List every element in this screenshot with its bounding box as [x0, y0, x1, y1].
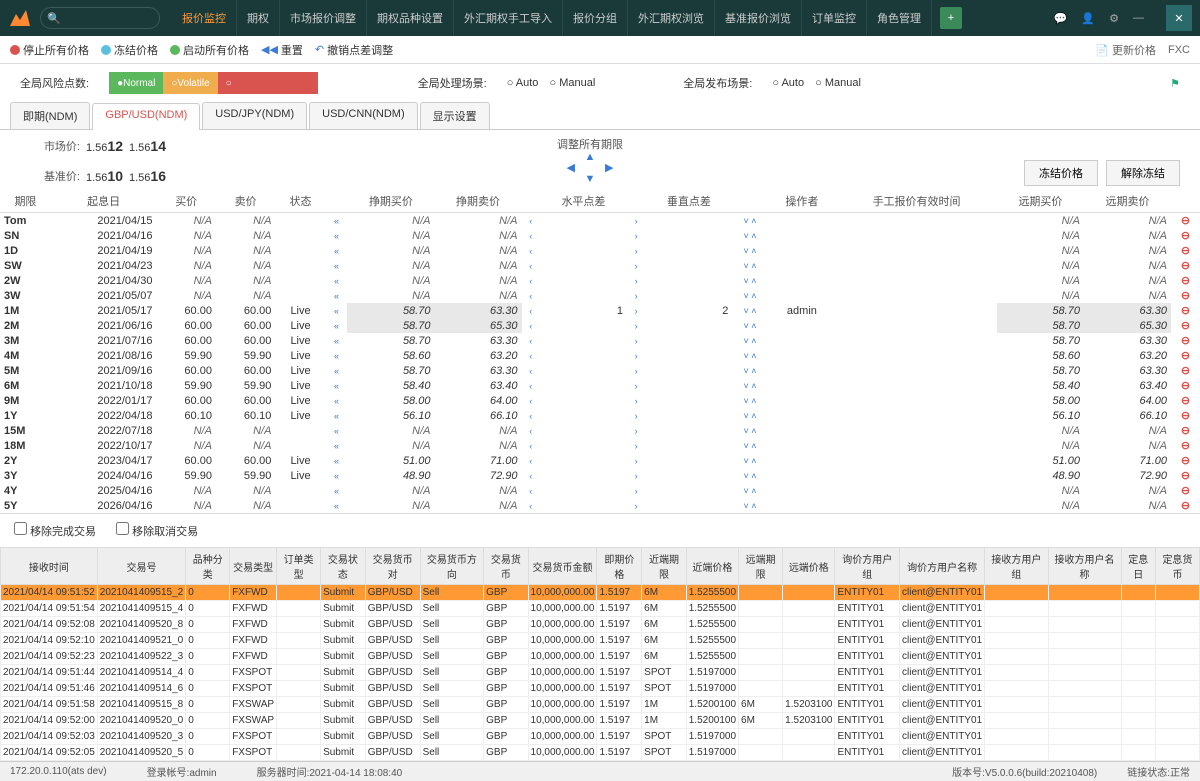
add-tab-button[interactable]: + [940, 7, 962, 29]
tenor-row[interactable]: 1Y2022/04/1860.1060.10Live«56.1066.10‹›˅… [0, 408, 1200, 423]
nav-item-5[interactable]: 报价分组 [563, 0, 628, 36]
tenor-row[interactable]: 2Y2023/04/1760.0060.00Live«51.0071.00‹›˅… [0, 453, 1200, 468]
unfreeze-button[interactable]: 解除冻结 [1106, 160, 1180, 186]
nav-item-9[interactable]: 角色管理 [867, 0, 932, 36]
tenor-row[interactable]: 6M2021/10/1859.9059.90Live«58.4063.40‹›˅… [0, 378, 1200, 393]
tenor-row[interactable]: SW2021/04/23N/AN/A«N/AN/A‹›˅ ˄N/AN/A⊖ [0, 258, 1200, 273]
reset-button[interactable]: ◀◀重置 [261, 42, 303, 58]
tenor-row[interactable]: 15M2022/07/18N/AN/A«N/AN/A‹›˅ ˄N/AN/A⊖ [0, 423, 1200, 438]
minimize-icon[interactable]: — [1133, 12, 1144, 24]
nav-item-7[interactable]: 基准报价浏览 [715, 0, 802, 36]
order-row[interactable]: 2021/04/14 09:51:522021041409515_20FXFWD… [1, 585, 1200, 601]
order-row[interactable]: 2021/04/14 09:52:052021041409520_50FXSPO… [1, 745, 1200, 761]
remove-done-checkbox[interactable]: 移除完成交易 [14, 522, 96, 539]
toolbar: 停止所有价格 冻结价格 启动所有价格 ◀◀重置 ↶撤销点差调整 📄 更新价格 F… [0, 36, 1200, 64]
order-row[interactable]: 2021/04/14 09:52:102021041409521_00FXFWD… [1, 633, 1200, 649]
order-row[interactable]: 2021/04/14 09:52:082021041409520_80FXFWD… [1, 617, 1200, 633]
status-login: 登录帐号:admin [147, 764, 217, 779]
tenor-row[interactable]: 4Y2025/04/16N/AN/A«N/AN/A‹›˅ ˄N/AN/A⊖ [0, 483, 1200, 498]
risk-label: 全局风险点数: [20, 75, 89, 91]
order-row[interactable]: 2021/04/14 09:52:232021041409522_30FXFWD… [1, 649, 1200, 665]
tab-2[interactable]: USD/JPY(NDM) [202, 102, 307, 129]
remove-cancel-checkbox[interactable]: 移除取消交易 [116, 522, 198, 539]
base-ask: 1.5616 [129, 168, 166, 184]
adjust-arrows[interactable]: ▲ ◀▶ ▼ [220, 152, 960, 185]
status-bar: 172.20.0.110(ats dev) 登录帐号:admin 服务器时间:2… [0, 761, 1200, 781]
status-version: 版本号:V5.0.0.6(build:20210408) [952, 764, 1097, 779]
tenor-row[interactable]: 3W2021/05/07N/AN/A«N/AN/A‹›˅ ˄N/AN/A⊖ [0, 288, 1200, 303]
app-logo-icon [8, 6, 32, 30]
tenor-row[interactable]: Tom2021/04/15N/AN/A«N/AN/A‹›˅ ˄N/AN/A⊖ [0, 213, 1200, 229]
risk-level-selector[interactable]: ● Normal ○ Volatile ○ [109, 72, 318, 94]
top-nav: 🔍 报价监控期权市场报价调整期权品种设置外汇期权手工导入报价分组外汇期权浏览基准… [0, 0, 1200, 36]
base-bid: 1.5610 [86, 168, 123, 184]
proc-radio[interactable]: ○ Auto ○ Manual [507, 77, 604, 89]
freeze-button[interactable]: 冻结价格 [101, 42, 158, 58]
tenor-row[interactable]: 5Y2026/04/16N/AN/A«N/AN/A‹›˅ ˄N/AN/A⊖ [0, 498, 1200, 513]
search-icon: 🔍 [47, 12, 61, 25]
tenor-row[interactable]: 3M2021/07/1660.0060.00Live«58.7063.30‹›˅… [0, 333, 1200, 348]
market-bid: 1.5612 [86, 138, 123, 154]
close-button[interactable]: ✕ [1166, 5, 1192, 31]
tab-4[interactable]: 显示设置 [420, 102, 490, 129]
filter-row: 移除完成交易 移除取消交易 [0, 513, 1200, 547]
status-server-time: 服务器时间:2021-04-14 18:08:40 [257, 764, 403, 779]
chat-icon[interactable]: 💬 [1054, 12, 1068, 25]
tenor-row[interactable]: 2M2021/06/1660.0060.00Live«58.7065.30‹›˅… [0, 318, 1200, 333]
order-row[interactable]: 2021/04/14 09:52:002021041409520_00FXSWA… [1, 713, 1200, 729]
status-connection: 链接状态:正常 [1127, 764, 1190, 779]
undo-spread-button[interactable]: ↶撤销点差调整 [315, 42, 393, 58]
start-all-button[interactable]: 启动所有价格 [170, 42, 249, 58]
tenor-row[interactable]: 1D2021/04/19N/AN/A«N/AN/A‹›˅ ˄N/AN/A⊖ [0, 243, 1200, 258]
freeze-price-button[interactable]: 冻结价格 [1024, 160, 1098, 186]
tab-1[interactable]: GBP/USD(NDM) [92, 103, 200, 130]
pub-radio[interactable]: ○ Auto ○ Manual [772, 77, 869, 89]
tenor-row[interactable]: 18M2022/10/17N/AN/A«N/AN/A‹›˅ ˄N/AN/A⊖ [0, 438, 1200, 453]
proc-label: 全局处理场景: [418, 75, 487, 91]
status-ip: 172.20.0.110(ats dev) [10, 766, 107, 777]
gear-icon[interactable]: ⚙ [1109, 12, 1119, 25]
instrument-tabs: 即期(NDM)GBP/USD(NDM)USD/JPY(NDM)USD/CNN(N… [0, 102, 1200, 130]
tenor-row[interactable]: 5M2021/09/1660.0060.00Live«58.7063.30‹›˅… [0, 363, 1200, 378]
nav-item-3[interactable]: 期权品种设置 [367, 0, 454, 36]
nav-item-8[interactable]: 订单监控 [802, 0, 867, 36]
nav-item-4[interactable]: 外汇期权手工导入 [454, 0, 563, 36]
tab-3[interactable]: USD/CNN(NDM) [309, 102, 418, 129]
nav-item-0[interactable]: 报价监控 [172, 0, 237, 36]
user-icon[interactable]: 👤 [1081, 12, 1095, 25]
tenor-grid: 期限起息日买价卖价状态挣期买价挣期卖价水平点差垂直点差操作者手工报价有效时间远期… [0, 190, 1200, 513]
order-row[interactable]: 2021/04/14 09:52:032021041409520_30FXSPO… [1, 729, 1200, 745]
nav-item-6[interactable]: 外汇期权浏览 [628, 0, 715, 36]
stop-all-button[interactable]: 停止所有价格 [10, 42, 89, 58]
nav-item-1[interactable]: 期权 [237, 0, 280, 36]
order-row[interactable]: 2021/04/14 09:51:542021041409515_40FXFWD… [1, 601, 1200, 617]
market-ask: 1.5614 [129, 138, 166, 154]
code-label: FXC [1168, 44, 1190, 56]
settings-row: 全局风险点数: ● Normal ○ Volatile ○ 全局处理场景: ○ … [0, 64, 1200, 102]
tenor-row[interactable]: 9M2022/01/1760.0060.00Live«58.0064.00‹›˅… [0, 393, 1200, 408]
price-panel: 市场价: 1.5612 1.5614 基准价: 1.5610 1.5616 调整… [0, 130, 1200, 190]
tab-0[interactable]: 即期(NDM) [10, 102, 90, 129]
order-grid: 接收时间交易号品种分类交易类型订单类型交易状态交易货币对交易货币方向交易货币交易… [0, 547, 1200, 761]
tenor-row[interactable]: 3Y2024/04/1659.9059.90Live«48.9072.90‹›˅… [0, 468, 1200, 483]
tenor-row[interactable]: 4M2021/08/1659.9059.90Live«58.6063.20‹›˅… [0, 348, 1200, 363]
tenor-row[interactable]: 2W2021/04/30N/AN/A«N/AN/A‹›˅ ˄N/AN/A⊖ [0, 273, 1200, 288]
tenor-row[interactable]: SN2021/04/16N/AN/A«N/AN/A‹›˅ ˄N/AN/A⊖ [0, 228, 1200, 243]
search-input[interactable] [65, 11, 145, 26]
pub-label: 全局发布场景: [683, 75, 752, 91]
nav-item-2[interactable]: 市场报价调整 [280, 0, 367, 36]
order-row[interactable]: 2021/04/14 09:51:462021041409514_60FXSPO… [1, 681, 1200, 697]
update-price-button[interactable]: 📄 更新价格 [1095, 42, 1156, 58]
search-box[interactable]: 🔍 [40, 7, 160, 29]
flag-icon[interactable]: ⚑ [1170, 77, 1180, 90]
tenor-row[interactable]: 1M2021/05/1760.0060.00Live«58.7063.30‹1›… [0, 303, 1200, 318]
adjust-label: 调整所有期限 [220, 136, 960, 152]
order-row[interactable]: 2021/04/14 09:51:442021041409514_40FXSPO… [1, 665, 1200, 681]
